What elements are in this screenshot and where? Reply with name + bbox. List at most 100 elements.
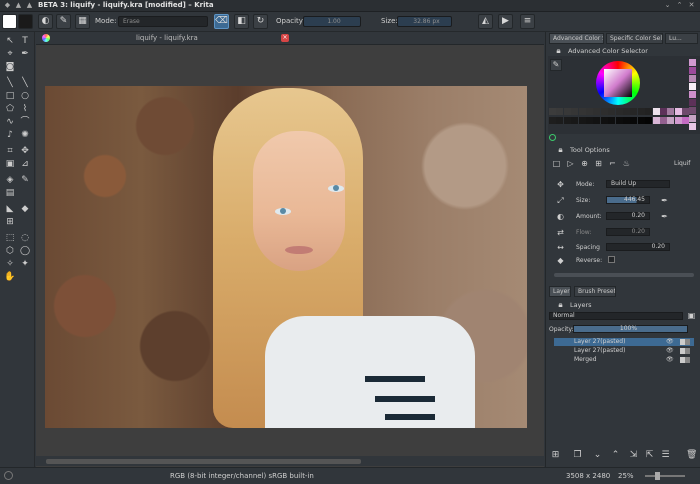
spacing-field[interactable]: 0.20 [606,243,670,251]
color-triangle[interactable] [604,69,632,97]
minimize-button[interactable]: ⌄ [664,2,671,9]
recent-color-swatch[interactable] [689,75,696,82]
add-layer-icon[interactable]: ⊞ [550,450,561,461]
freehand-select-icon[interactable]: ◯ [18,245,32,257]
color-swatch[interactable] [608,108,616,115]
tab-brush-presets[interactable]: Brush Presets [574,286,616,297]
lock-icon[interactable]: 🔒︎ [554,46,563,55]
select-shapes-icon[interactable]: ↖ [3,35,17,47]
color-swatch[interactable] [571,117,579,124]
color-swatch[interactable] [630,117,638,124]
eraser-toggle-icon[interactable]: ⌫ [214,14,229,29]
preserve-alpha-icon[interactable]: ◧ [234,14,249,29]
color-swatch[interactable] [556,117,564,124]
line-tool-icon[interactable]: ╲ [3,77,17,89]
fire-mode-icon[interactable]: ♨ [622,159,631,168]
crop-tool-icon[interactable]: ⌗ [3,145,17,157]
keep-above-icon[interactable]: ▲ [26,2,33,9]
visibility-icon[interactable]: 👁︎ [666,356,674,364]
color-swatch[interactable] [563,108,571,115]
rect-select-icon[interactable]: ⬚ [3,232,17,244]
recent-color-swatch[interactable] [689,91,696,98]
color-swatch[interactable] [586,108,593,115]
color-swatch[interactable] [660,117,667,124]
recent-color-swatch[interactable] [689,123,696,130]
lock-icon[interactable]: 🔒︎ [556,145,565,154]
size-field[interactable]: 446.45 [606,196,650,204]
recent-colors[interactable] [689,59,698,130]
color-swatch[interactable] [593,108,601,115]
color-swatch[interactable] [637,117,645,124]
ellipse-tool-icon[interactable]: ○ [18,90,32,102]
calligraphy-icon[interactable]: ✒ [18,48,32,60]
freehand-path-icon[interactable]: ⌒ [18,116,32,128]
layer-opacity-slider[interactable]: 100% [573,325,688,333]
edit-shapes-icon[interactable]: ⌖ [3,48,17,60]
color-swatch[interactable] [615,117,623,124]
foreground-color-icon[interactable] [2,14,17,29]
color-swatch[interactable] [637,108,645,115]
color-swatch[interactable] [652,108,660,115]
recent-color-swatch[interactable] [689,67,696,74]
color-swatch[interactable] [549,108,556,115]
mirror-vertical-icon[interactable]: ▶ [498,14,513,29]
pan-tool-icon[interactable]: ✋ [3,271,17,283]
visibility-icon[interactable]: 👁︎ [666,347,674,355]
color-swatch[interactable] [667,108,675,115]
color-swatch[interactable] [549,117,556,124]
brush-tool-icon[interactable]: ◙ [3,61,17,73]
move-down-icon[interactable]: ⌄ [592,450,603,461]
amount-field[interactable]: 0.20 [606,212,650,220]
transform-tool-icon[interactable]: ▣ [3,158,17,170]
workspace-icon[interactable]: ≡ [520,14,535,29]
color-swatch[interactable] [615,108,623,115]
size-pressure-icon[interactable]: ✒ [660,196,669,205]
swatch-grid[interactable] [548,108,700,128]
color-swatch[interactable] [660,108,667,115]
zoom-level[interactable]: 25% [618,472,634,480]
color-swatch[interactable] [652,117,660,124]
layer-filter-icon[interactable]: ▣ [687,311,696,320]
tab-lut[interactable]: Lu... [665,33,698,44]
tab-specific-color-selector[interactable]: Specific Color Sel... [606,33,663,44]
undo-mode-icon[interactable]: ⌐ [608,159,617,168]
color-wheel[interactable] [596,61,640,105]
tab-layers[interactable]: Layers [549,286,571,297]
layer-row[interactable]: Layer 27(pasted) 👁︎ [554,347,694,355]
color-swatch[interactable] [563,117,571,124]
brush-preset-icon[interactable]: ✎ [56,14,71,29]
fill-tool-icon[interactable]: ◈ [3,174,17,186]
lock-icon[interactable]: 🔒︎ [556,300,565,309]
close-button[interactable]: ✕ [688,2,695,9]
color-swatch[interactable] [630,108,638,115]
color-swatch[interactable] [571,108,579,115]
multibrush-icon[interactable]: ✺ [18,129,32,141]
reverse-checkbox[interactable] [608,256,615,263]
move-mode-icon[interactable]: □ [552,159,561,168]
line-tool-2-icon[interactable]: ╲ [18,77,32,89]
reference-tool-icon[interactable]: ⊞ [3,216,17,228]
color-swatch[interactable] [667,117,675,124]
recent-color-swatch[interactable] [689,99,696,106]
move-up-icon[interactable]: ⌃ [610,450,621,461]
recent-color-swatch[interactable] [689,115,696,122]
gradient-icon[interactable]: ◐ [38,14,53,29]
rotate-mode-icon[interactable]: ⊕ [580,159,589,168]
color-swatch[interactable] [608,117,616,124]
tab-advanced-color-selector[interactable]: Advanced Color Sel... [549,33,604,44]
color-swatch[interactable] [600,108,608,115]
flatten-icon[interactable]: ⇱ [644,450,655,461]
scale-mode-icon[interactable]: ▷ [566,159,575,168]
mode-dropdown[interactable]: Build Up [606,180,670,188]
mode-dropdown[interactable]: Erase [118,16,208,27]
recent-color-swatch[interactable] [689,59,696,66]
size-slider[interactable]: 32.86 px [397,16,452,27]
color-swatch[interactable] [578,117,586,124]
flow-field[interactable]: 0.20 [606,228,650,236]
background-color-icon[interactable] [18,14,33,29]
rectangle-tool-icon[interactable]: □ [3,90,17,102]
minimize-icon[interactable]: ▲ [15,2,22,9]
color-swatch[interactable] [623,117,630,124]
color-picker-icon[interactable]: ✎ [18,174,32,186]
gradient-tool-icon[interactable]: ▤ [3,187,17,199]
